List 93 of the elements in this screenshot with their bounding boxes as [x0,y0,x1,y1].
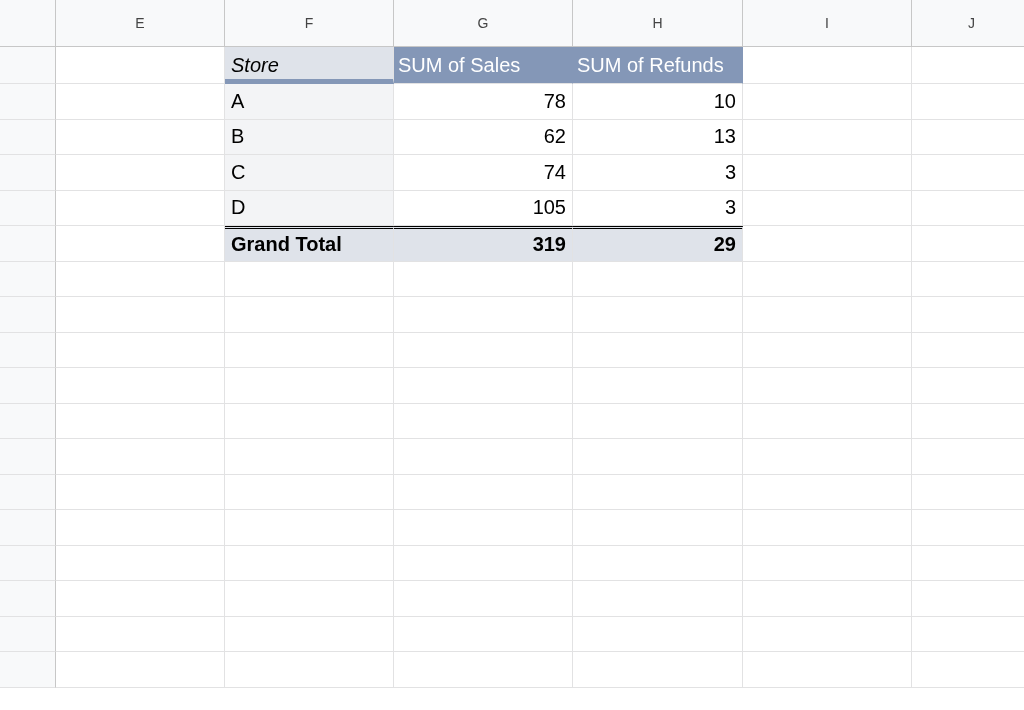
empty-cell[interactable] [573,510,743,546]
empty-cell[interactable] [573,545,743,581]
empty-cell[interactable] [225,297,394,333]
table-cell: 62 [394,119,573,155]
empty-cell[interactable] [394,261,573,297]
empty-cell[interactable] [394,332,573,368]
row-header[interactable] [0,403,56,439]
empty-cell[interactable] [743,474,912,510]
column-header[interactable]: F [225,0,394,47]
empty-cell[interactable] [225,510,394,546]
table-cell: 78 [394,84,573,120]
row-label: B [225,119,394,155]
empty-cell[interactable] [743,403,912,439]
empty-cell[interactable] [394,510,573,546]
empty-cell[interactable] [573,261,743,297]
table-cell: 13 [573,119,743,155]
empty-cell[interactable] [743,652,912,688]
row-header[interactable] [0,155,56,191]
empty-cell[interactable] [225,368,394,404]
row-header[interactable] [0,474,56,510]
empty-cell[interactable] [394,368,573,404]
empty-cell[interactable] [573,297,743,333]
row-header[interactable] [0,47,56,84]
grand-total-label: Grand Total [225,226,394,262]
empty-cell[interactable] [394,652,573,688]
empty-cell[interactable] [573,581,743,617]
empty-cell[interactable] [394,297,573,333]
row-header[interactable] [0,616,56,652]
empty-cell[interactable] [573,439,743,475]
empty-cell[interactable] [573,616,743,652]
row-header[interactable] [0,368,56,404]
empty-cell[interactable] [394,403,573,439]
row-label: A [225,84,394,120]
empty-cell[interactable] [225,403,394,439]
row-header[interactable] [0,332,56,368]
row-header[interactable] [0,190,56,226]
column-header: SUM of Sales [394,47,573,84]
empty-cell[interactable] [743,155,912,191]
column-header[interactable]: H [573,0,743,47]
empty-cell[interactable] [573,474,743,510]
empty-cell[interactable] [743,297,912,333]
table-cell: 10 [573,84,743,120]
table-cell: 3 [573,155,743,191]
table-cell: 74 [394,155,573,191]
row-header[interactable] [0,581,56,617]
row-header[interactable] [0,84,56,120]
corner-cell[interactable] [0,0,56,47]
column-header[interactable]: E [56,0,225,47]
row-header[interactable] [0,510,56,546]
empty-cell[interactable] [225,545,394,581]
row-field-header: Store [225,47,394,84]
empty-cell[interactable] [394,545,573,581]
row-header[interactable] [0,297,56,333]
empty-cell[interactable] [394,616,573,652]
empty-cell[interactable] [225,616,394,652]
row-header[interactable] [0,119,56,155]
empty-cell[interactable] [743,616,912,652]
empty-cell[interactable] [743,368,912,404]
empty-cell[interactable] [394,439,573,475]
empty-cell[interactable] [743,119,912,155]
empty-cell[interactable] [573,332,743,368]
empty-cell[interactable] [394,581,573,617]
empty-cell[interactable] [573,368,743,404]
row-header[interactable] [0,545,56,581]
row-header[interactable] [0,261,56,297]
row-header[interactable] [0,226,56,262]
empty-cell[interactable] [225,581,394,617]
column-header[interactable]: J [912,0,1024,47]
empty-cell[interactable] [743,190,912,226]
column-header[interactable]: G [394,0,573,47]
empty-cell[interactable] [394,474,573,510]
empty-cell[interactable] [743,332,912,368]
row-header[interactable] [0,652,56,688]
empty-cell[interactable] [743,439,912,475]
grand-total-cell: 319 [394,226,573,262]
row-label: D [225,190,394,226]
empty-cell[interactable] [225,439,394,475]
empty-cell[interactable] [225,332,394,368]
row-label: C [225,155,394,191]
empty-cell[interactable] [743,545,912,581]
grand-total-cell: 29 [573,226,743,262]
empty-cell[interactable] [225,261,394,297]
column-header[interactable]: I [743,0,912,47]
empty-cell[interactable] [573,403,743,439]
empty-cell[interactable] [743,581,912,617]
empty-cell[interactable] [573,652,743,688]
column-header: SUM of Refunds [573,47,743,84]
empty-cell[interactable] [225,652,394,688]
empty-cell[interactable] [743,510,912,546]
empty-cell[interactable] [743,261,912,297]
empty-cell[interactable] [743,84,912,120]
row-header[interactable] [0,439,56,475]
empty-cell[interactable] [225,474,394,510]
